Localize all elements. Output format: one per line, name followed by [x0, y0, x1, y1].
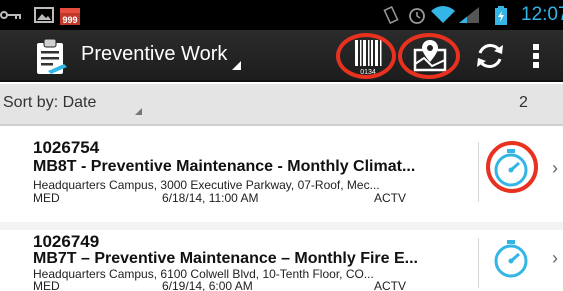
wifi-icon [431, 6, 455, 24]
battery-icon [495, 6, 507, 25]
title-dropdown-icon[interactable] [232, 61, 241, 70]
map-highlight-ring [398, 33, 460, 79]
work-order-title: MB8T - Preventive Maintenance - Monthly … [33, 158, 416, 175]
work-order-status: ACTV [374, 191, 407, 205]
svg-text:999: 999 [62, 15, 77, 25]
status-bar: 999 12:07 [0, 0, 563, 30]
signal-icon [459, 7, 479, 23]
chevron-right-icon[interactable]: › [552, 248, 558, 269]
work-order-date: 6/19/14, 6:00 AM [162, 279, 253, 291]
work-order-id: 1026754 [33, 138, 100, 157]
work-order-priority: MED [33, 191, 60, 205]
work-order-title: MB7T – Preventive Maintenance – Monthly … [33, 250, 418, 267]
stopwatch-icon[interactable] [491, 239, 531, 279]
sort-by-dropdown[interactable]: Sort by: Date [3, 94, 96, 112]
calendar-icon: 999 [60, 8, 80, 25]
chevron-right-icon[interactable]: › [552, 158, 558, 179]
list-gap [0, 222, 563, 230]
key-icon [0, 11, 21, 19]
barcode-highlight-ring [336, 33, 396, 79]
image-icon [34, 7, 54, 23]
alarm-icon [409, 8, 425, 24]
sort-dropdown-icon[interactable] [135, 108, 142, 115]
work-order-item[interactable]: 1026754 MB8T - Preventive Maintenance - … [0, 128, 563, 223]
work-order-id: 1026749 [33, 232, 100, 251]
status-time: 12:07 [521, 4, 563, 25]
item-divider [478, 238, 479, 288]
refresh-icon[interactable] [470, 36, 510, 76]
work-order-priority: MED [33, 279, 60, 291]
action-bar: Preventive Work 0134 [0, 30, 563, 82]
work-order-date: 6/18/14, 11:00 AM [162, 191, 259, 205]
work-order-status: ACTV [374, 279, 407, 291]
stopwatch-highlight-ring [486, 141, 538, 193]
page-title[interactable]: Preventive Work [81, 43, 227, 66]
overflow-menu-icon[interactable] [521, 36, 551, 76]
work-order-item[interactable]: 1026749 MB7T – Preventive Maintenance – … [0, 230, 563, 291]
clipboard-wrench-icon[interactable] [34, 38, 68, 76]
work-order-location: Headquarters Campus, 3000 Executive Park… [33, 178, 380, 192]
item-divider [478, 142, 479, 202]
sort-bar: Sort by: Date 2 [0, 84, 563, 126]
vibrate-icon [383, 6, 399, 24]
result-count: 2 [519, 94, 528, 111]
